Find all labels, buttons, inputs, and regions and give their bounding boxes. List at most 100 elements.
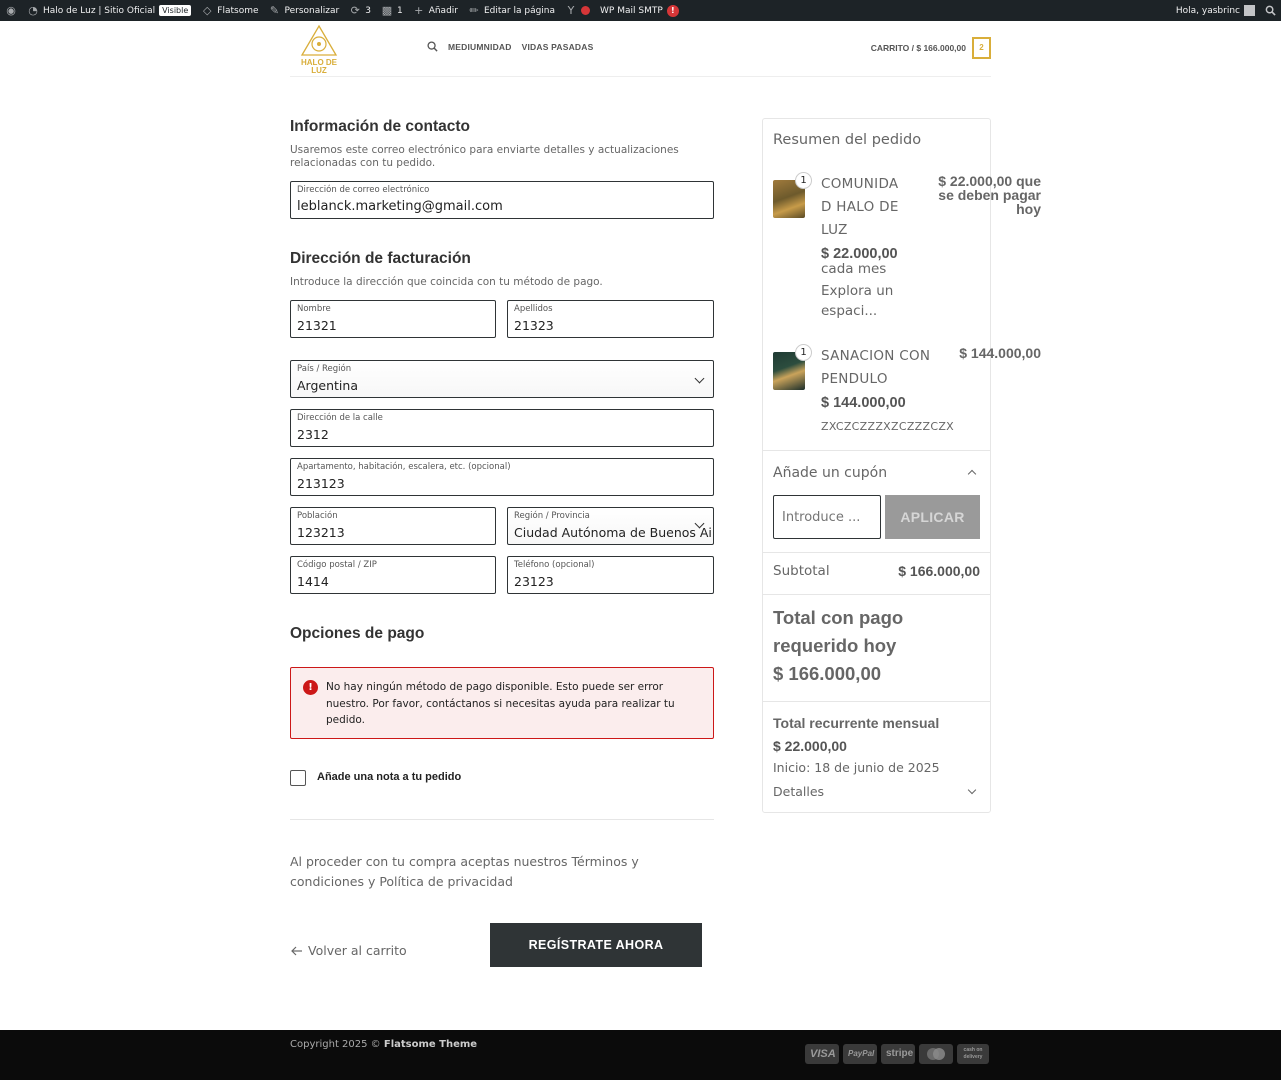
divider <box>290 819 714 820</box>
street-field[interactable]: Dirección de la calle 2312 <box>290 409 714 447</box>
billing-title: Dirección de facturación <box>290 250 471 267</box>
admin-updates-link[interactable]: ⟳ 3 <box>344 0 376 21</box>
wordpress-logo-icon[interactable]: ◉ <box>0 0 22 21</box>
payment-title: Opciones de pago <box>290 625 425 642</box>
phone-label: Teléfono (opcional) <box>514 560 595 570</box>
apartment-field[interactable]: Apartamento, habitación, escalera, etc. … <box>290 458 714 496</box>
apply-coupon-button[interactable]: APLICAR <box>885 495 980 539</box>
item-description: Explora un espaci... <box>821 281 893 321</box>
payment-icons: VISA PayPal stripe mastercard cash on de… <box>805 1044 989 1064</box>
country-label: País / Región <box>297 364 352 374</box>
item-name-line: COMUNIDA <box>821 176 899 192</box>
state-select[interactable]: Región / Provincia Ciudad Autónoma de Bu… <box>507 507 714 545</box>
site-header: HALO DE LUZ MEDIUMNIDAD VIDAS PASADAS CA… <box>290 21 991 77</box>
error-icon: ! <box>303 680 318 695</box>
terms-text: Al proceder con tu compra aceptas nuestr… <box>290 854 639 889</box>
item-total-line: se deben pagar <box>938 187 1041 203</box>
country-select[interactable]: País / Región Argentina <box>290 360 714 398</box>
divider <box>763 450 990 451</box>
admin-search-icon[interactable] <box>1260 0 1281 21</box>
brush-icon: ✎ <box>269 3 280 17</box>
dashboard-icon: ◔ <box>28 3 38 17</box>
item-total-line: hoy <box>1016 201 1041 217</box>
item-total: $ 22.000,00 que se deben pagar hoy <box>913 174 1041 216</box>
item-period: cada mes <box>821 261 887 277</box>
last-name-field[interactable]: Apellidos 21323 <box>507 300 714 338</box>
admin-site-link[interactable]: ◔ Halo de Luz | Sitio Oficial Visible <box>22 0 196 21</box>
recurring-start: Inicio: 18 de junio de 2025 <box>773 760 940 775</box>
first-name-field[interactable]: Nombre 21321 <box>290 300 496 338</box>
cart-label: CARRITO / $ 166.000,00 <box>870 43 966 53</box>
divider <box>763 701 990 702</box>
header-cart[interactable]: CARRITO / $ 166.000,00 2 <box>871 37 991 59</box>
order-note-checkbox[interactable] <box>290 770 306 786</box>
admin-customize-link[interactable]: ✎ Personalizar <box>264 0 345 21</box>
total-line: requerido hoy <box>773 635 897 656</box>
admin-yoast-link[interactable]: Y <box>560 0 595 21</box>
visa-icon: VISA <box>805 1044 839 1064</box>
contact-title: Información de contacto <box>290 118 470 135</box>
back-to-cart-link[interactable]: Volver al carrito <box>291 943 407 958</box>
diamond-icon: ◇ <box>203 3 212 17</box>
quantity-badge: 1 <box>795 172 812 189</box>
details-toggle[interactable]: Detalles <box>773 784 824 799</box>
admin-edit-page-link[interactable]: ✏ Editar la página <box>463 0 560 21</box>
admin-comments-count: 1 <box>396 5 403 16</box>
copyright-prefix: Copyright 2025 © <box>290 1039 381 1050</box>
divider <box>763 594 990 595</box>
admin-account-link[interactable]: Hola, yasbrinc <box>1171 0 1260 21</box>
phone-field[interactable]: Teléfono (opcional) 23123 <box>507 556 714 594</box>
item-name-line: PENDULO <box>821 371 888 387</box>
cart-count-icon: 2 <box>972 37 991 59</box>
admin-smtp-link[interactable]: WP Mail SMTP ! <box>595 0 684 21</box>
admin-comments-link[interactable]: ▩ 1 <box>376 0 408 21</box>
postcode-field[interactable]: Código postal / ZIP 1414 <box>290 556 496 594</box>
site-logo[interactable]: HALO DE LUZ <box>296 23 342 77</box>
search-icon[interactable] <box>427 41 438 52</box>
order-note-label[interactable]: Añade una nota a tu pedido <box>317 771 461 783</box>
admin-greeting: Hola, yasbrinc <box>1175 5 1240 16</box>
admin-theme-label: Flatsome <box>217 5 259 16</box>
comment-icon: ▩ <box>381 3 393 17</box>
order-summary: Resumen del pedido 1 COMUNIDA D HALO DE … <box>762 118 1041 813</box>
apartment-value: 213123 <box>297 476 345 491</box>
payment-error-notice: ! No hay ningún método de pago disponibl… <box>290 667 714 739</box>
admin-add-new-label: Añadir <box>428 5 458 16</box>
avatar <box>1244 5 1255 16</box>
city-value: 123213 <box>297 525 345 540</box>
street-label: Dirección de la calle <box>297 413 383 423</box>
email-field[interactable]: Dirección de correo electrónico leblanck… <box>290 181 714 219</box>
plus-icon: + <box>414 3 424 17</box>
admin-site-name: Halo de Luz | Sitio Oficial <box>43 5 156 16</box>
nav-item-mediumnidad[interactable]: MEDIUMNIDAD <box>448 42 512 52</box>
email-label: Dirección de correo electrónico <box>297 185 430 195</box>
coupon-input[interactable] <box>773 495 881 539</box>
total-due-today: Total con pago requerido hoy $ 166.000,0… <box>773 604 973 688</box>
item-description: ZXCZCZZZXZCZZZCZX <box>821 420 954 433</box>
admin-theme-link[interactable]: ◇ Flatsome <box>196 0 263 21</box>
back-to-cart-label: Volver al carrito <box>308 943 407 958</box>
summary-title: Resumen del pedido <box>773 132 922 148</box>
admin-add-new-link[interactable]: + Añadir <box>408 0 463 21</box>
admin-customize-label: Personalizar <box>284 5 340 16</box>
last-name-value: 21323 <box>514 318 554 333</box>
subtotal-value: $ 166.000,00 <box>898 563 980 579</box>
chevron-down-icon[interactable] <box>967 785 977 795</box>
quantity-badge: 1 <box>795 344 812 361</box>
admin-edit-page-label: Editar la página <box>483 5 556 16</box>
city-field[interactable]: Población 123213 <box>290 507 496 545</box>
item-description-line: espaci... <box>821 303 878 319</box>
nav-item-vidas-pasadas[interactable]: VIDAS PASADAS <box>522 42 594 52</box>
main-nav: MEDIUMNIDAD VIDAS PASADAS <box>427 41 593 52</box>
chevron-up-icon[interactable] <box>967 469 977 479</box>
register-now-button[interactable]: REGÍSTRATE AHORA <box>490 923 702 967</box>
admin-updates-count: 3 <box>365 5 371 16</box>
item-total: $ 144.000,00 <box>959 345 1041 361</box>
arrow-left-icon <box>291 946 302 955</box>
contact-description: Usaremos este correo electrónico para en… <box>290 144 679 169</box>
copyright: Copyright 2025 © Flatsome Theme <box>290 1039 477 1050</box>
state-label: Región / Provincia <box>514 511 590 521</box>
visible-badge: Visible <box>159 5 192 16</box>
cash-on-delivery-icon: cash on delivery <box>957 1044 989 1064</box>
coupon-toggle[interactable]: Añade un cupón <box>773 465 887 481</box>
